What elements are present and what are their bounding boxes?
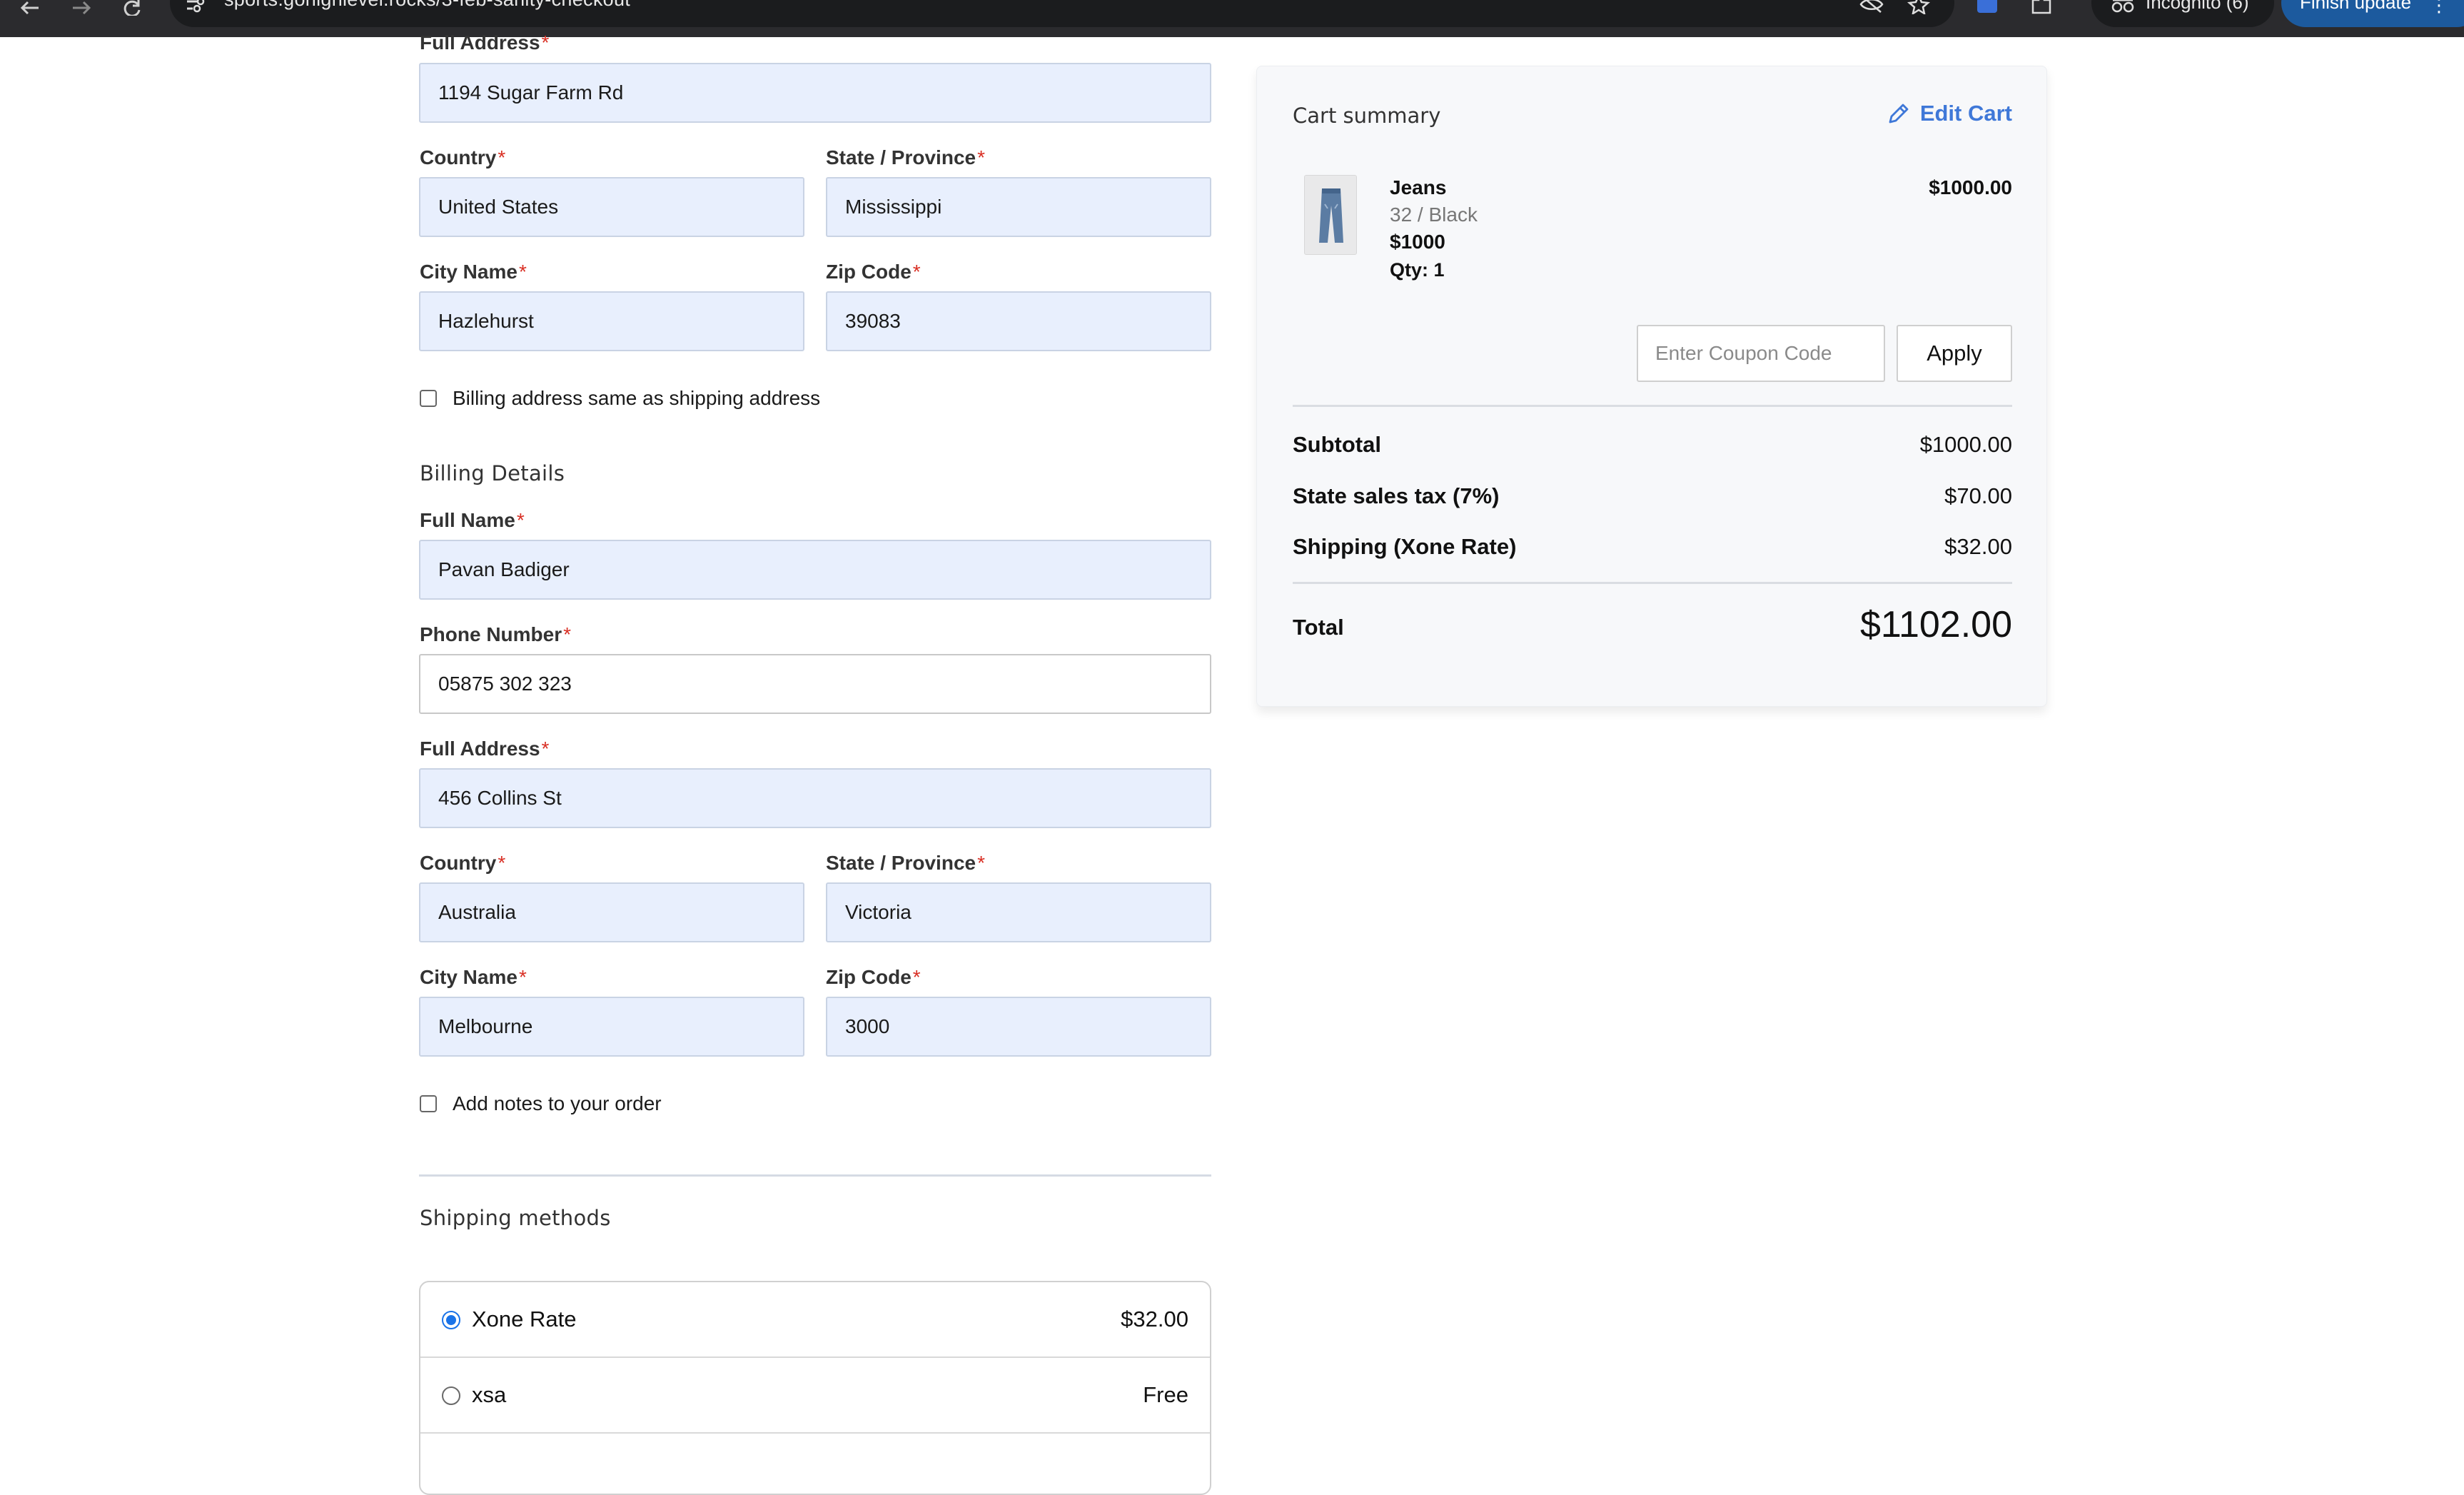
edit-cart-link[interactable]: Edit Cart	[1886, 101, 2012, 126]
browser-toolbar: sports.gohighlevel.rocks/3-feb-sanity-ch…	[0, 0, 2464, 37]
shipping-option-xsa[interactable]: xsa Free	[420, 1358, 1210, 1434]
total-value: $1102.00	[1859, 604, 2012, 645]
shipping-country-field[interactable]: United States	[419, 177, 804, 237]
billing-name-label: Full Name*	[420, 509, 525, 531]
billing-address-field[interactable]: 456 Collins St	[419, 768, 1211, 828]
extensions-puzzle-icon[interactable]	[2029, 0, 2054, 14]
item-name: Jeans	[1390, 176, 1447, 198]
billing-state-label: State / Province*	[826, 852, 985, 874]
subtotal-label: Subtotal	[1293, 432, 1381, 457]
shipping-address-field[interactable]: 1194 Sugar Farm Rd	[419, 63, 1211, 123]
same-as-shipping-checkbox[interactable]	[420, 390, 437, 407]
site-info-icon[interactable]	[184, 0, 206, 13]
shipping-state-label: State / Province*	[826, 146, 985, 168]
billing-address-label: Full Address*	[420, 738, 550, 760]
edit-cart-label[interactable]: Edit Cart	[1920, 101, 2012, 126]
shipping-option-xone-rate[interactable]: Xone Rate $32.00	[420, 1282, 1210, 1358]
item-unit-price: $1000	[1390, 231, 1445, 253]
add-notes-checkbox[interactable]	[420, 1095, 437, 1112]
billing-city-label: City Name*	[420, 966, 527, 988]
tax-label: State sales tax (7%)	[1293, 483, 1500, 508]
eye-off-icon[interactable]	[1859, 0, 1884, 14]
shipping-methods-title: Shipping methods	[420, 1206, 611, 1230]
section-divider	[419, 1174, 1211, 1177]
shipping-cost-label: Shipping (Xone Rate)	[1293, 534, 1517, 559]
same-as-shipping-label[interactable]: Billing address same as shipping address	[453, 387, 820, 410]
back-icon[interactable]	[16, 0, 44, 16]
reload-icon[interactable]	[118, 0, 147, 16]
summary-divider	[1293, 405, 2012, 407]
shipping-option-radio[interactable]	[442, 1386, 460, 1405]
shipping-address-label: Full Address*	[420, 31, 550, 54]
incognito-label: Incognito (6)	[2146, 0, 2249, 13]
bookmark-star-icon[interactable]	[1906, 0, 1932, 16]
tax-value: $70.00	[1944, 483, 2012, 508]
total-label: Total	[1293, 615, 1344, 640]
item-variant: 32 / Black	[1390, 203, 1478, 226]
shipping-option-price: Free	[1143, 1382, 1188, 1407]
shipping-option-name: xsa	[472, 1382, 507, 1407]
shipping-zip-field[interactable]: 39083	[826, 291, 1211, 351]
apply-coupon-button[interactable]: Apply	[1897, 325, 2012, 382]
cart-summary-panel: Cart summary Edit Cart Jeans 32 / Black …	[1256, 66, 2047, 707]
shipping-option-price: $32.00	[1121, 1307, 1188, 1332]
finish-update-label[interactable]: Finish update	[2300, 0, 2411, 14]
billing-details-title: Billing Details	[420, 461, 565, 485]
subtotal-value: $1000.00	[1919, 432, 2012, 457]
shipping-option-name: Xone Rate	[472, 1307, 577, 1332]
billing-name-field[interactable]: Pavan Badiger	[419, 540, 1211, 600]
billing-city-field[interactable]: Melbourne	[419, 997, 804, 1057]
item-line-total: $1000.00	[1929, 176, 2012, 198]
cart-summary-title: Cart summary	[1293, 104, 1441, 128]
billing-state-field[interactable]: Victoria	[826, 882, 1211, 942]
shipping-city-field[interactable]: Hazlehurst	[419, 291, 804, 351]
shipping-zip-label: Zip Code*	[826, 261, 921, 283]
shipping-state-field[interactable]: Mississippi	[826, 177, 1211, 237]
coupon-code-input[interactable]: Enter Coupon Code	[1637, 325, 1885, 382]
forward-icon[interactable]	[67, 0, 96, 16]
add-notes-label[interactable]: Add notes to your order	[453, 1092, 662, 1115]
billing-zip-field[interactable]: 3000	[826, 997, 1211, 1057]
shipping-methods-list: Xone Rate $32.00 xsa Free	[419, 1281, 1211, 1495]
product-thumbnail	[1304, 175, 1357, 255]
shipping-city-label: City Name*	[420, 261, 527, 283]
billing-phone-field[interactable]: 05875 302 323	[419, 654, 1211, 714]
pencil-icon	[1889, 104, 1909, 124]
incognito-icon	[2110, 0, 2136, 14]
extension-icon[interactable]	[1974, 0, 2000, 14]
billing-country-label: Country*	[420, 852, 506, 874]
billing-country-field[interactable]: Australia	[419, 882, 804, 942]
more-menu-icon[interactable]: ⋮	[2430, 0, 2448, 16]
shipping-cost-value: $32.00	[1944, 534, 2012, 559]
billing-phone-label: Phone Number*	[420, 623, 572, 645]
item-quantity: Qty: 1	[1390, 259, 1445, 281]
shipping-option-radio[interactable]	[442, 1311, 460, 1329]
url-text[interactable]: sports.gohighlevel.rocks/3-feb-sanity-ch…	[224, 0, 630, 11]
billing-zip-label: Zip Code*	[826, 966, 921, 988]
summary-divider	[1293, 582, 2012, 584]
shipping-country-label: Country*	[420, 146, 506, 168]
